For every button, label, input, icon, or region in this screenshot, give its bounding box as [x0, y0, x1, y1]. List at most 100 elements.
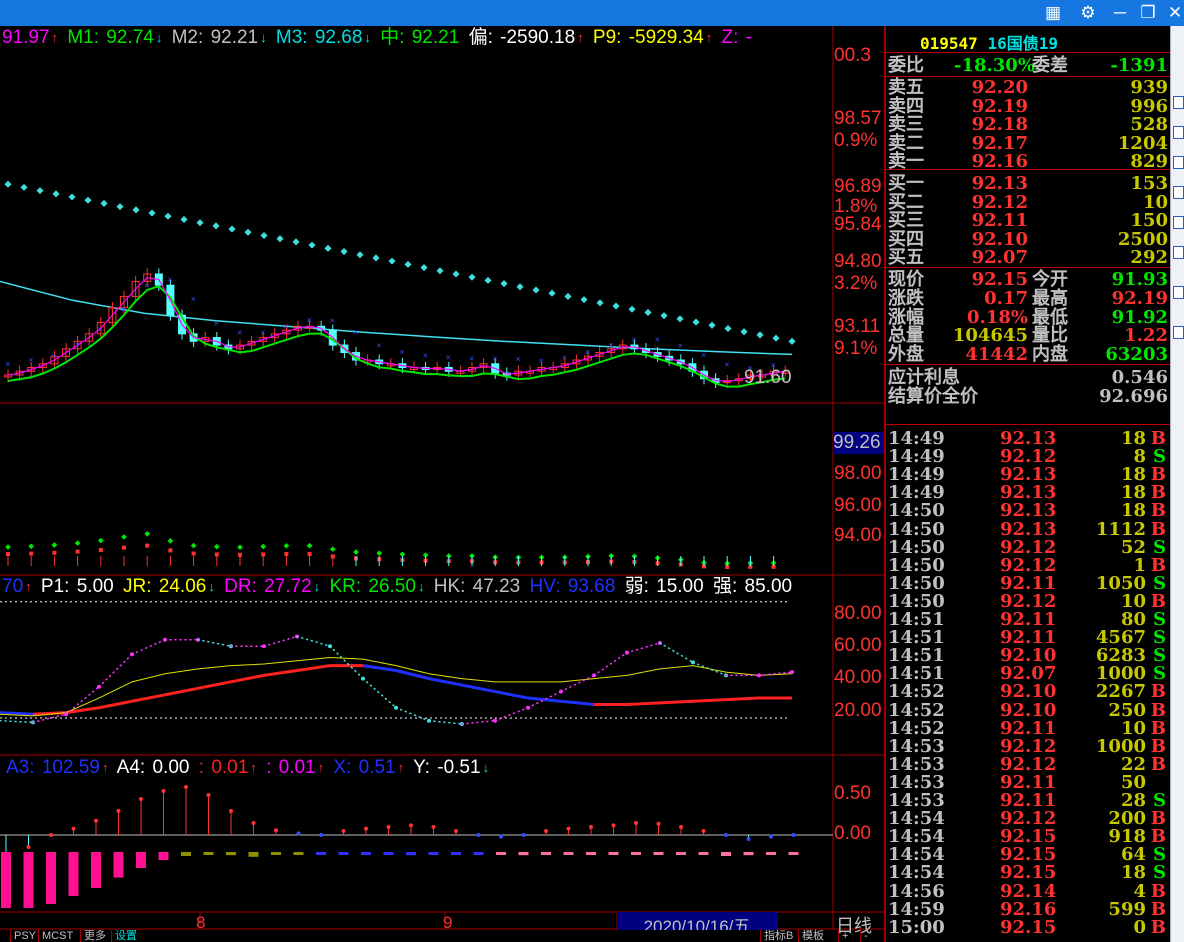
ma-cyan-line: [0, 280, 793, 356]
trade-price: 92.14: [1000, 880, 1057, 902]
trade-volume: 18: [1120, 862, 1146, 884]
weicha-label: 委差: [1032, 55, 1068, 76]
trade-side: S: [1153, 572, 1166, 594]
lollipop-head: [49, 833, 53, 837]
vol-red-dot: [214, 552, 219, 557]
toolbar-icon[interactable]: [1173, 156, 1184, 169]
trade-volume: 599: [1108, 898, 1146, 920]
trade-row: 14:50 92.12 52 S: [886, 538, 1172, 557]
gear-icon[interactable]: ⚙: [1078, 3, 1098, 23]
close-icon[interactable]: ✕: [1165, 3, 1184, 23]
tab-more[interactable]: 更多: [80, 930, 109, 942]
thick-line-segment: [296, 664, 331, 672]
dotted-line-segment: [263, 635, 298, 647]
toolbar-icon[interactable]: [1173, 96, 1184, 109]
trade-price: 92.15: [1000, 916, 1057, 938]
kline-chart[interactable]: × × × × × × × × × × × × × × × × × × × × × × × × × × × × × × × × × × 91.97…: [0, 26, 884, 936]
axis-tick-label: 40.00: [834, 667, 882, 688]
vol-green-dot: [306, 542, 313, 549]
stat-value: 92.15: [971, 269, 1028, 290]
minimize-icon[interactable]: ─: [1110, 3, 1130, 23]
trade-price: 92.13: [1000, 518, 1057, 540]
axis-tick-label: 98.00: [834, 463, 882, 484]
trade-price: 92.16: [1000, 898, 1057, 920]
tab-indicator-b[interactable]: 指标B: [760, 930, 796, 942]
ma-cross-marker: ×: [423, 350, 428, 360]
indicator-value: JR: 24.06 ↓: [123, 576, 217, 597]
toolbar-icon[interactable]: [1173, 286, 1184, 299]
trade-side: B: [1150, 717, 1166, 739]
trade-volume: 52: [1120, 536, 1146, 558]
resistance-dot: [196, 219, 204, 227]
trade-volume: 0: [1133, 916, 1146, 938]
arrow-down-icon: ↓: [208, 579, 215, 594]
indicator-value: X: 0.51 ↑: [333, 757, 406, 778]
lollipop-head: [296, 831, 301, 836]
lollipop-head: [71, 826, 76, 831]
indicator-value: 91.97 ↑: [0, 27, 60, 48]
histogram-bar: [721, 852, 731, 856]
trade-time: 14:52: [888, 699, 945, 721]
arrow-up-icon: ↑: [25, 579, 32, 594]
resistance-dot: [532, 286, 540, 294]
vol-red-dot: [168, 548, 173, 553]
stat-label: 内盘: [1032, 344, 1068, 366]
trade-time: 14:50: [888, 572, 945, 594]
indicator-value: A3: 102.59 ↑: [6, 757, 110, 778]
ask-row: 卖二 92.17 1204: [886, 134, 1172, 153]
arrow-up-icon: ↑: [577, 30, 584, 45]
toolbar-icon[interactable]: [1173, 186, 1184, 199]
indicator-header: 70 ↑ P1: 5.00 JR: 24.06 ↓ DR: 27.72 ↓ KR: 2…: [0, 576, 796, 598]
indicator-value: 强: 85.00: [713, 576, 794, 597]
tab-psy[interactable]: PSY: [10, 930, 39, 942]
indicator-label: M2:: [171, 27, 209, 48]
tab-mcst[interactable]: MCST: [38, 930, 76, 942]
toolbar-icon[interactable]: [1173, 246, 1184, 259]
indicator-label: X:: [333, 757, 357, 778]
stat-row: 外盘 41442 内盘 63203: [886, 345, 1172, 364]
indicator-value: P1: 5.00: [41, 576, 116, 597]
resistance-dot: [340, 247, 348, 256]
vol-red-dot: [261, 552, 266, 557]
zoom-out-button[interactable]: -: [860, 930, 871, 942]
toolbar-icon[interactable]: [1173, 126, 1184, 139]
indicator-value: A4: 0.00: [117, 757, 192, 778]
lollipop-head: [386, 825, 391, 829]
lollipop-head: [791, 833, 796, 837]
histogram-bar: [68, 852, 79, 896]
stat-value: 91.93: [1111, 269, 1168, 290]
arrow-up-icon: ↑: [250, 760, 257, 775]
indicator-number: -2590.18: [500, 27, 576, 48]
zoom-in-button[interactable]: +: [838, 930, 851, 942]
trade-row: 14:50 92.13 1112 B: [886, 520, 1172, 539]
fullprice-label: 结算价全价: [888, 386, 978, 407]
histogram-bar: [361, 852, 371, 855]
resistance-dot: [740, 328, 748, 336]
trade-time: 14:50: [888, 500, 945, 522]
resistance-dot: [148, 209, 156, 217]
grid-icon[interactable]: ▦: [1043, 3, 1063, 23]
toolbar-icon[interactable]: [1173, 216, 1184, 229]
vol-green-dot: [376, 550, 383, 557]
indicator-value: 偏: -2590.18 ↑: [469, 27, 586, 48]
tab-settings[interactable]: 设置: [111, 930, 140, 942]
resistance-dot: [772, 334, 780, 342]
indicator-number: 92.21: [411, 27, 460, 48]
restore-icon[interactable]: ❐: [1138, 3, 1158, 23]
ma-cross-marker: ×: [330, 316, 335, 326]
ask-volume: 996: [1130, 95, 1168, 117]
vol-green-dot: [28, 543, 35, 550]
tab-template[interactable]: 模板: [798, 930, 827, 942]
ma-cross-marker: ×: [28, 355, 33, 365]
vol-red-dot: [307, 552, 312, 556]
lollipop-head: [476, 833, 481, 837]
trade-row: 14:50 92.11 1050 S: [886, 574, 1172, 593]
resistance-dot: [788, 337, 796, 345]
indicator-number: 0.01: [278, 757, 316, 778]
bid-row: 买四 92.10 2500: [886, 230, 1172, 249]
trade-side: B: [1150, 554, 1166, 576]
toolbar-icon[interactable]: [1173, 326, 1184, 339]
ma-cross-marker: ×: [191, 294, 196, 304]
chart-canvas[interactable]: × × ××××××××× ××× ×××× × × × × × × ×××× ×××× × ×: [0, 26, 884, 930]
ask-price: 92.17: [971, 132, 1028, 154]
